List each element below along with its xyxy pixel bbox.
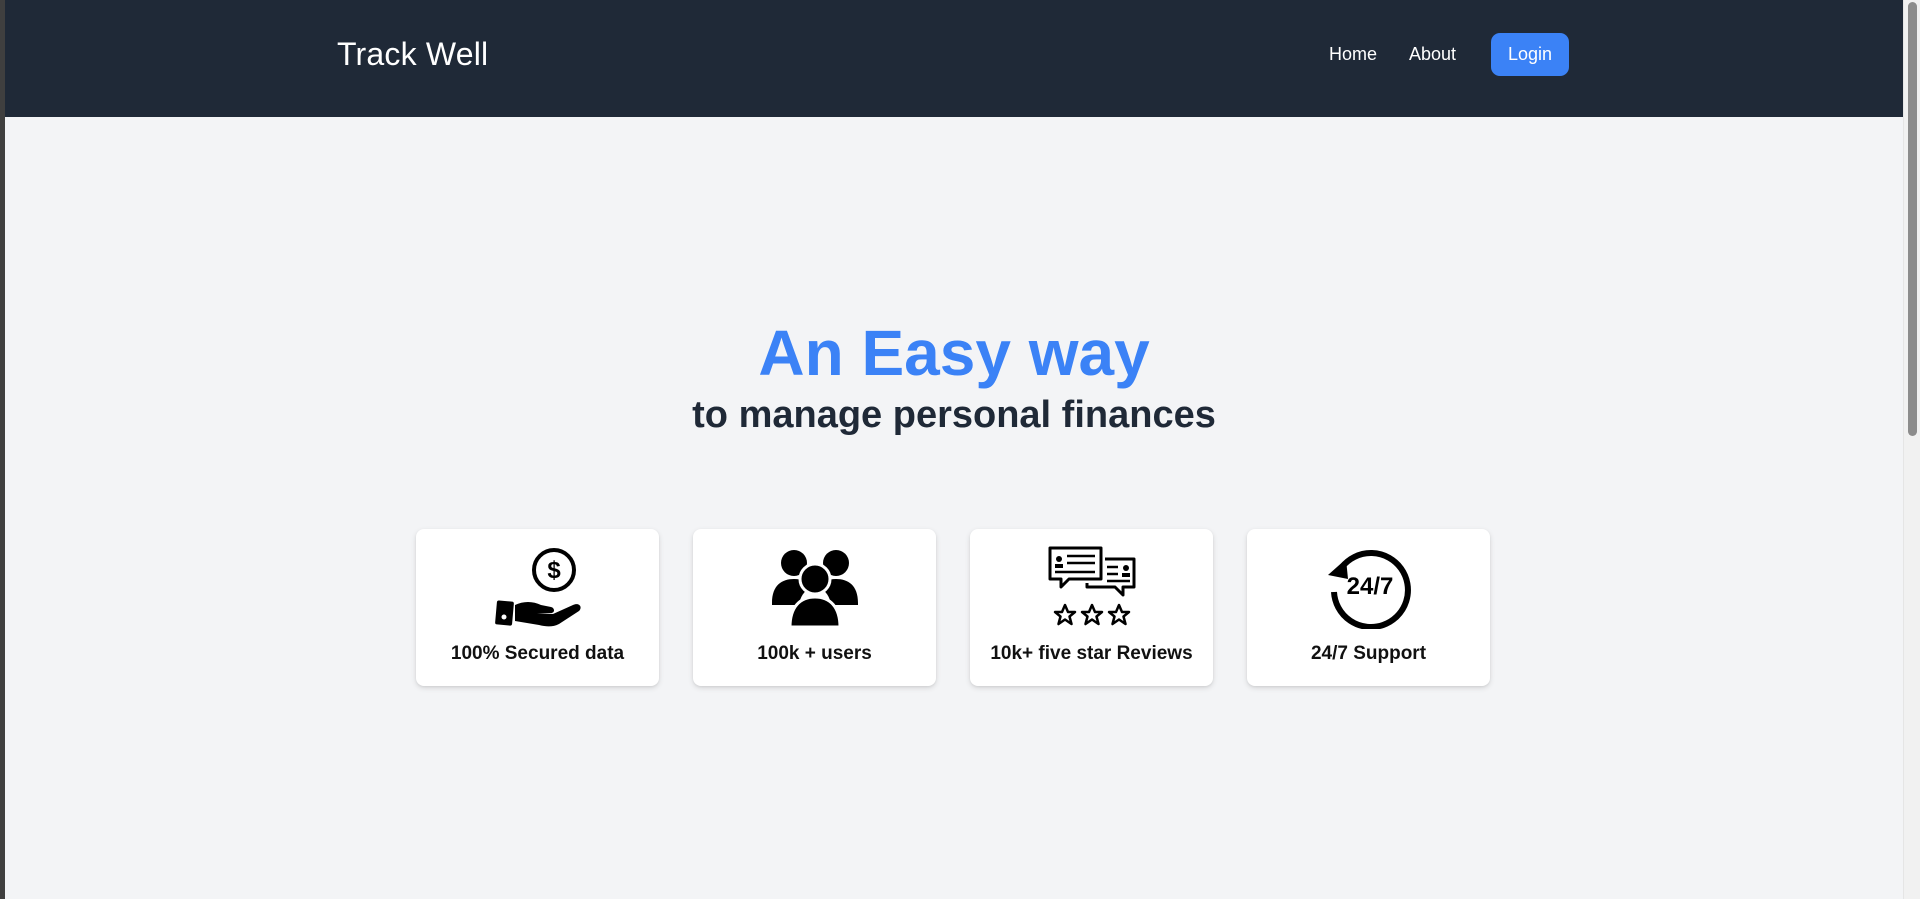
hero-section: An Easy way to manage personal finances: [5, 315, 1903, 439]
vertical-scrollbar[interactable]: [1903, 0, 1920, 899]
page: Track Well Home About Login An Easy way …: [5, 0, 1903, 899]
reviews-stars-icon: [1047, 545, 1137, 629]
svg-text:$: $: [547, 557, 561, 584]
feature-label: 24/7 Support: [1310, 643, 1427, 664]
hero-subtitle: to manage personal finances: [692, 394, 1216, 436]
features-section: $ 100% Secured data 100k + users 10k+ fi…: [5, 529, 1903, 686]
navbar: Track Well Home About Login: [5, 0, 1903, 117]
login-button[interactable]: Login: [1491, 33, 1569, 76]
feature-card-support: 24/7 24/7 Support: [1247, 529, 1490, 686]
feature-label: 100% Secured data: [450, 643, 625, 664]
feature-card-users: 100k + users: [693, 529, 936, 686]
feature-card-reviews: 10k+ five star Reviews: [970, 529, 1213, 686]
nav-link-about[interactable]: About: [1409, 42, 1456, 66]
hero-title: An Easy way: [758, 317, 1150, 389]
feature-card-secured-data: $ 100% Secured data: [416, 529, 659, 686]
nav-link-home[interactable]: Home: [1329, 42, 1377, 66]
feature-label: 100k + users: [757, 643, 872, 664]
brand-logo-text[interactable]: Track Well: [337, 34, 488, 74]
users-group-icon: [770, 545, 860, 629]
hand-coin-icon: $: [493, 545, 583, 629]
feature-label: 10k+ five star Reviews: [990, 643, 1193, 664]
scrollbar-thumb[interactable]: [1908, 2, 1917, 436]
support-247-icon: 24/7: [1324, 545, 1414, 629]
support-icon-text: 24/7: [1346, 573, 1393, 600]
